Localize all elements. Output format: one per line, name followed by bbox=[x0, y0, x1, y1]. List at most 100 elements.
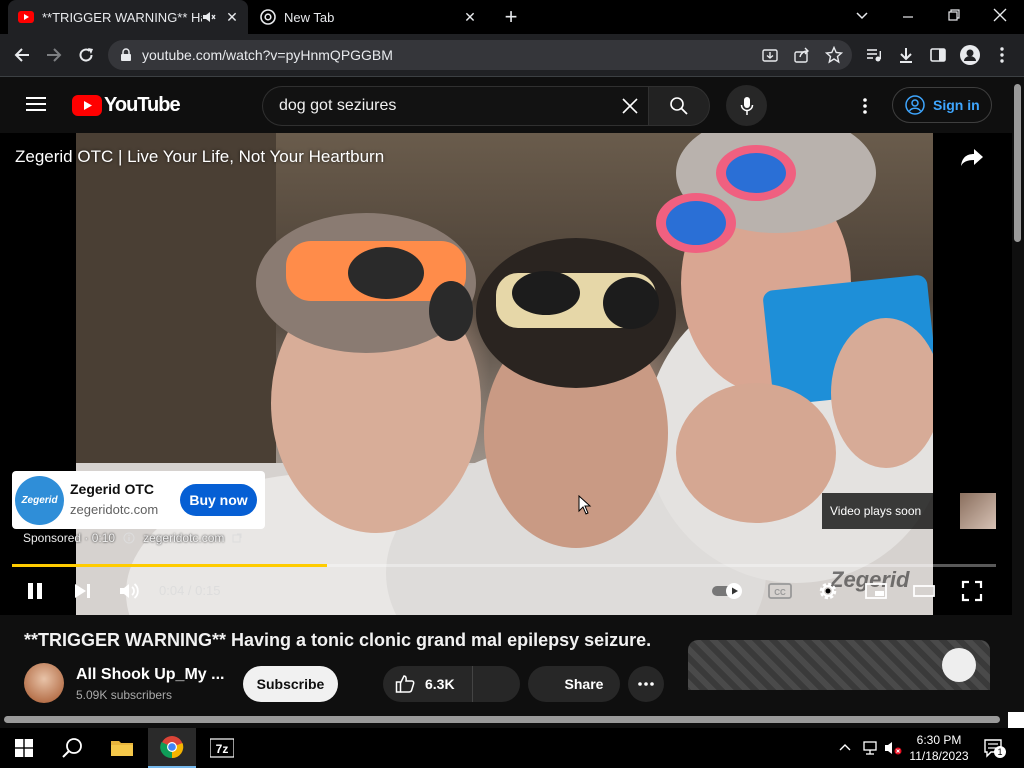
reload-icon[interactable] bbox=[72, 41, 100, 69]
restore-icon[interactable] bbox=[946, 7, 962, 23]
video-title: **TRIGGER WARNING** Having a tonic cloni… bbox=[24, 630, 652, 650]
account-icon bbox=[905, 95, 925, 115]
mouse-cursor-icon bbox=[578, 495, 592, 515]
file-explorer-button[interactable] bbox=[98, 728, 146, 768]
ad-card[interactable]: Zegerid Zegerid OTC zegeridotc.com Buy n… bbox=[12, 471, 265, 529]
taskbar-clock[interactable]: 6:30 PM 11/18/2023 bbox=[900, 732, 978, 764]
url-text: youtube.com/watch?v=pyHnmQPGGBM bbox=[142, 47, 393, 63]
mute-button[interactable] bbox=[109, 571, 149, 611]
side-panel-icon[interactable] bbox=[924, 41, 952, 69]
pause-button[interactable] bbox=[15, 571, 55, 611]
tab-search-chevron-icon[interactable] bbox=[852, 8, 872, 24]
like-dislike-group: 6.3K bbox=[383, 666, 520, 702]
chrome-menu-icon[interactable] bbox=[988, 41, 1016, 69]
search-icon bbox=[61, 737, 83, 759]
network-icon[interactable] bbox=[862, 740, 878, 756]
share-button[interactable]: Share bbox=[528, 666, 620, 702]
miniplayer-button[interactable] bbox=[856, 571, 896, 611]
install-app-icon[interactable] bbox=[756, 41, 784, 69]
scrollbar-corner bbox=[1008, 712, 1024, 728]
tab-close-icon[interactable]: ✕ bbox=[462, 9, 478, 25]
next-button[interactable] bbox=[62, 571, 102, 611]
tab-close-icon[interactable]: ✕ bbox=[224, 9, 240, 25]
youtube-play-logo-icon bbox=[72, 95, 102, 116]
vertical-scrollbar[interactable] bbox=[1012, 78, 1024, 712]
clear-search-icon[interactable] bbox=[621, 97, 639, 115]
upcoming-video-thumbnail bbox=[960, 493, 996, 529]
taskbar-search-button[interactable] bbox=[48, 728, 96, 768]
forward-arrow-icon[interactable] bbox=[40, 41, 68, 69]
youtube-logo[interactable]: YouTube bbox=[72, 94, 181, 117]
dislike-button[interactable] bbox=[473, 666, 519, 702]
share-arrow-icon[interactable] bbox=[960, 147, 984, 167]
tab-title: **TRIGGER WARNING** Hav bbox=[42, 9, 202, 25]
more-options-icon[interactable] bbox=[862, 97, 868, 115]
advertiser-url[interactable]: zegeridotc.com bbox=[70, 502, 158, 517]
info-icon[interactable] bbox=[123, 532, 135, 544]
external-link-icon bbox=[232, 533, 242, 543]
lock-icon[interactable] bbox=[120, 48, 132, 62]
vertical-scrollbar-thumb[interactable] bbox=[1014, 84, 1021, 242]
downloads-icon[interactable] bbox=[892, 41, 920, 69]
tab-new-tab[interactable]: New Tab ✕ bbox=[250, 0, 486, 34]
fullscreen-button[interactable] bbox=[952, 571, 992, 611]
hamburger-menu-icon[interactable] bbox=[26, 96, 46, 112]
video-plays-soon-badge[interactable]: Video plays soon bbox=[822, 493, 996, 529]
advertiser-name[interactable]: Zegerid OTC bbox=[70, 481, 154, 497]
minimize-icon[interactable] bbox=[900, 9, 916, 25]
advertiser-logo[interactable]: Zegerid bbox=[15, 476, 64, 525]
progress-fill bbox=[12, 564, 327, 567]
close-window-icon[interactable] bbox=[992, 7, 1008, 23]
search-input[interactable]: dog got seziures bbox=[262, 86, 648, 126]
sign-in-button[interactable]: Sign in bbox=[892, 87, 992, 123]
share-page-icon[interactable] bbox=[788, 41, 816, 69]
autoplay-toggle[interactable] bbox=[708, 571, 748, 611]
search-button[interactable] bbox=[648, 86, 710, 126]
address-bar[interactable]: youtube.com/watch?v=pyHnmQPGGBM bbox=[108, 40, 852, 70]
related-video-thumbnail[interactable] bbox=[688, 640, 990, 712]
notifications-icon[interactable]: 1 bbox=[984, 738, 1006, 758]
chrome-taskbar-button[interactable] bbox=[148, 728, 196, 768]
ad-video-title[interactable]: Zegerid OTC | Live Your Life, Not Your H… bbox=[15, 147, 384, 167]
loading-indicator bbox=[942, 648, 976, 682]
more-actions-button[interactable] bbox=[628, 666, 664, 702]
subscribe-button[interactable]: Subscribe bbox=[243, 666, 338, 702]
channel-name[interactable]: All Shook Up_My ... bbox=[76, 666, 224, 684]
horizontal-scrollbar-thumb[interactable] bbox=[4, 716, 1000, 723]
sponsored-link[interactable]: zegeridotc.com bbox=[143, 531, 224, 545]
tab-audio-icon[interactable] bbox=[202, 10, 216, 24]
skip-next-icon bbox=[72, 581, 92, 601]
sign-in-label: Sign in bbox=[933, 97, 980, 113]
ellipsis-icon bbox=[637, 681, 655, 687]
time-display: 0:04 / 0:15 bbox=[159, 583, 221, 598]
7zip-taskbar-button[interactable]: 7z bbox=[198, 728, 246, 768]
like-button[interactable]: 6.3K bbox=[383, 666, 473, 702]
svg-text:CC: CC bbox=[774, 588, 786, 597]
back-arrow-icon[interactable] bbox=[8, 41, 36, 69]
plays-soon-label: Video plays soon bbox=[830, 504, 922, 518]
theater-mode-button[interactable] bbox=[904, 571, 944, 611]
fullscreen-icon bbox=[961, 580, 983, 602]
buy-now-button[interactable]: Buy now bbox=[180, 484, 257, 516]
horizontal-scrollbar[interactable] bbox=[0, 712, 1012, 726]
profile-avatar-icon[interactable] bbox=[956, 41, 984, 69]
like-count: 6.3K bbox=[425, 676, 455, 692]
video-player[interactable]: Zegerid OTC | Live Your Life, Not Your H… bbox=[0, 133, 1012, 615]
tab-youtube-video[interactable]: **TRIGGER WARNING** Hav ✕ bbox=[8, 0, 248, 34]
microphone-icon bbox=[740, 96, 754, 116]
captions-button[interactable]: CC bbox=[760, 571, 800, 611]
subscriber-count: 5.09K subscribers bbox=[76, 688, 173, 702]
start-button[interactable] bbox=[0, 728, 48, 768]
miniplayer-icon bbox=[864, 581, 888, 601]
theater-mode-icon bbox=[912, 583, 936, 599]
show-hidden-icons-chevron-icon[interactable] bbox=[838, 740, 852, 754]
voice-search-button[interactable] bbox=[726, 85, 767, 126]
channel-avatar[interactable] bbox=[24, 663, 64, 703]
media-controls-icon[interactable] bbox=[860, 41, 888, 69]
folder-icon bbox=[110, 738, 134, 758]
new-tab-plus-icon[interactable]: + bbox=[500, 4, 522, 29]
settings-button[interactable] bbox=[808, 571, 848, 611]
svg-text:7z: 7z bbox=[216, 742, 229, 756]
bookmark-star-icon[interactable] bbox=[820, 41, 848, 69]
progress-bar[interactable] bbox=[12, 564, 996, 567]
